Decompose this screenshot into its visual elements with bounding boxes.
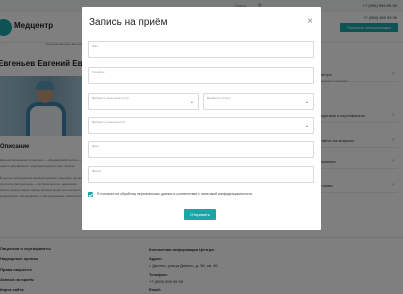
- time-placeholder: Время: [92, 169, 102, 173]
- category-select[interactable]: Выберите категорию услуг ⌄: [88, 93, 199, 110]
- consent-label[interactable]: Я согласен на обработку персональных дан…: [97, 192, 252, 196]
- specialist-placeholder: Выберите специалиста: [92, 120, 125, 124]
- chevron-down-icon: ⌄: [189, 99, 194, 105]
- phone-placeholder: Телефон: [92, 70, 105, 74]
- date-field[interactable]: Дата: [88, 141, 314, 158]
- modal-title: Запись на приём: [89, 17, 168, 28]
- name-field[interactable]: Имя: [88, 41, 314, 58]
- name-placeholder: Имя: [92, 44, 98, 48]
- chevron-down-icon: ⌄: [304, 123, 309, 129]
- appointment-modal: Запись на приём × Имя Телефон Выберите к…: [82, 7, 321, 230]
- checkbox-checked-icon[interactable]: [88, 192, 93, 197]
- date-placeholder: Дата: [92, 144, 99, 148]
- time-field[interactable]: Время: [88, 166, 314, 183]
- consent-row: Я согласен на обработку персональных дан…: [88, 191, 318, 199]
- submit-button[interactable]: Отправить: [184, 209, 216, 220]
- service-placeholder: Выберите услугу: [207, 96, 231, 100]
- phone-field[interactable]: Телефон: [88, 67, 314, 84]
- close-icon[interactable]: ×: [305, 17, 315, 27]
- category-placeholder: Выберите категорию услуг: [92, 96, 130, 100]
- specialist-select[interactable]: Выберите специалиста ⌄: [88, 117, 314, 134]
- chevron-down-icon: ⌄: [304, 99, 309, 105]
- service-select[interactable]: Выберите услугу ⌄: [203, 93, 314, 110]
